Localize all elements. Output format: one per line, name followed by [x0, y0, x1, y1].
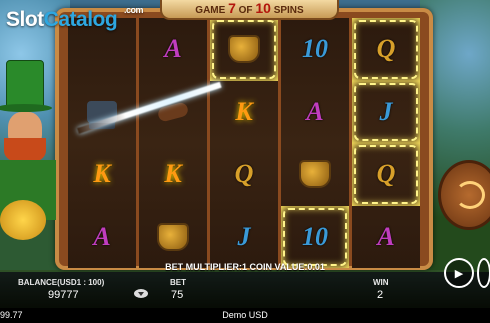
bet-multiplier-line: BET MULTIPLIER:1 COIN VALUE:0.01 [165, 262, 325, 272]
reel-3: K Q J [210, 18, 278, 268]
symbol-j: J [237, 221, 251, 251]
pot-icon [228, 35, 260, 64]
reel-5: Q J Q A [352, 18, 420, 268]
symbol-a: A [93, 221, 111, 251]
footer-bar: 99.77 Demo USD [0, 308, 490, 323]
pot-icon [157, 222, 189, 251]
banner-current: 7 [228, 0, 236, 16]
reels-grid: K A A K K Q J 10 A 10 Q J Q A [68, 18, 420, 268]
play-button[interactable]: ▶ [444, 258, 474, 288]
site-logo: SlotCatalog .com [6, 5, 144, 32]
symbol-10: 10 [302, 34, 328, 64]
balance-value: 99777 [48, 289, 79, 301]
banner-pre: GAME [195, 5, 226, 16]
symbol-10-win: 10 [281, 206, 349, 269]
bet-value: 75 [171, 289, 184, 301]
bet-dropdown-icon[interactable] [134, 289, 148, 298]
bet-label: BET [170, 278, 186, 287]
leprechaun-hat [6, 60, 44, 108]
symbol-k: K [93, 159, 111, 189]
win-label: WIN [373, 278, 389, 287]
logo-suffix: .com [124, 5, 144, 15]
symbol-cell-win [210, 18, 278, 81]
reel-1: K A [68, 18, 136, 268]
symbol-cell [139, 206, 207, 269]
symbol-cell [281, 143, 349, 206]
logo-text-b: Catalog [43, 8, 118, 31]
symbol-k: K [235, 96, 253, 126]
symbol-q-win: Q [352, 143, 420, 206]
symbol-k: K [164, 159, 182, 189]
play-icon: ▶ [454, 266, 464, 280]
autoplay-button[interactable] [477, 258, 490, 288]
symbol-q: Q [234, 159, 254, 189]
balance-label: BALANCE(USD1 : 100) [18, 278, 105, 287]
reel-4: 10 A 10 [281, 18, 349, 268]
reel-2: A K [139, 18, 207, 268]
pot-icon [299, 160, 331, 189]
banner-total: 10 [255, 0, 271, 16]
banner-post: SPINS [273, 5, 304, 16]
win-value: 2 [377, 289, 384, 301]
gold-pot [0, 200, 46, 240]
free-spins-banner: GAME 7 OF 10 SPINS [160, 0, 339, 20]
leprechaun-hat-brim [0, 104, 52, 112]
symbol-a: A [377, 221, 395, 251]
footer-currency: Demo USD [222, 310, 268, 320]
logo-text-a: Slot [6, 8, 44, 31]
symbol-j-win: J [352, 81, 420, 144]
symbol-q-win: Q [352, 18, 420, 81]
symbol-a: A [306, 96, 324, 126]
banner-mid: OF [238, 5, 253, 16]
symbol-a: A [164, 34, 182, 64]
leprechaun-character [0, 60, 58, 260]
